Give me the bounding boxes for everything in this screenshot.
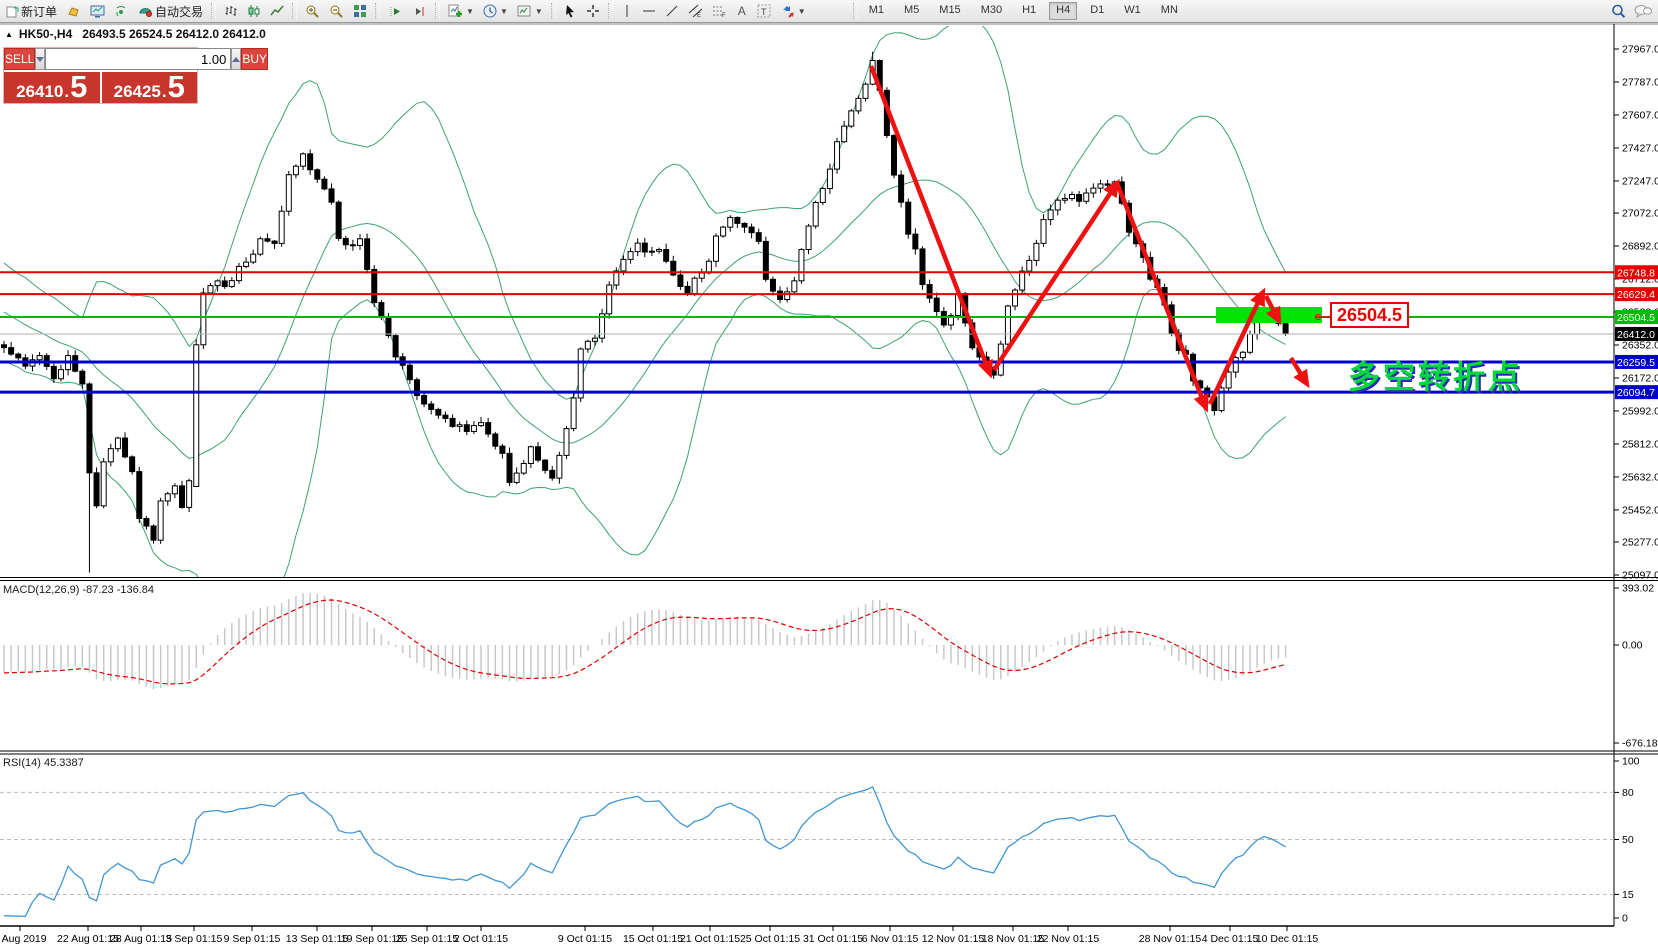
price-tick-label: 27787.0 bbox=[1622, 76, 1658, 88]
time-tick-label: 2 Oct 01:15 bbox=[454, 933, 508, 945]
buy-price-int: 26425 bbox=[114, 82, 161, 102]
time-tick-label: 25 Oct 01:15 bbox=[740, 933, 800, 945]
price-tick-label: 25452.0 bbox=[1622, 504, 1658, 516]
time-tick-label: 13 Sep 01:15 bbox=[286, 933, 349, 945]
sell-price-dot: . bbox=[64, 82, 69, 102]
time-tick-label: 28 Nov 01:15 bbox=[1139, 933, 1202, 945]
time-tick-label: 10 Dec 01:15 bbox=[1256, 933, 1319, 945]
chart-canvas[interactable]: 27967.0 27787.0 27607.0 27427.0 27247.0 27072… bbox=[0, 0, 1658, 947]
time-tick-label: 28 Aug 01:15 bbox=[110, 933, 172, 945]
price-tick-label: 26892.0 bbox=[1622, 241, 1658, 253]
macd-tick-label: 0.00 bbox=[1622, 640, 1643, 652]
time-tick-label: 19 Sep 01:15 bbox=[341, 933, 404, 945]
time-tick-label: 15 Oct 01:15 bbox=[623, 933, 683, 945]
price-tick-label: 25277.0 bbox=[1622, 537, 1658, 549]
buy-price-frac: 5 bbox=[168, 74, 185, 100]
buy-price-dot: . bbox=[162, 82, 167, 102]
time-tick-label: 6 Nov 01:15 bbox=[862, 933, 919, 945]
trading-terminal-window: 新订单 自动交易 bbox=[0, 0, 1658, 947]
macd-tick-label: 393.02 bbox=[1622, 583, 1654, 595]
price-tick-label: 25632.0 bbox=[1622, 471, 1658, 483]
axis-price-label-text: 26412.0 bbox=[1617, 329, 1655, 341]
sell-price-frac: 5 bbox=[70, 74, 87, 100]
time-tick-label: 22 Nov 01:15 bbox=[1037, 933, 1100, 945]
axis-price-label-text: 26748.8 bbox=[1617, 267, 1655, 279]
time-tick-label: 3 Sep 01:15 bbox=[166, 933, 223, 945]
sell-price-int: 26410 bbox=[16, 82, 63, 102]
axis-price-label-text: 26629.4 bbox=[1617, 289, 1655, 301]
volume-increase-button[interactable] bbox=[231, 48, 241, 70]
time-tick-label: 6 Aug 2019 bbox=[0, 933, 47, 945]
rsi-tick-label: 50 bbox=[1622, 834, 1634, 846]
price-tick-label: 25812.0 bbox=[1622, 438, 1658, 450]
down-triangle-icon bbox=[36, 57, 44, 62]
chart-note-text[interactable]: 多空转折点 bbox=[1348, 352, 1523, 398]
buy-button[interactable]: BUY bbox=[241, 48, 268, 70]
time-tick-label: 18 Nov 01:15 bbox=[982, 933, 1045, 945]
price-tick-label: 27247.0 bbox=[1622, 175, 1658, 187]
sell-button[interactable]: SELL bbox=[4, 48, 35, 70]
price-tick-label: 26172.0 bbox=[1622, 372, 1658, 384]
price-tick-label: 25097.0 bbox=[1622, 570, 1658, 582]
time-tick-label: 12 Nov 01:15 bbox=[922, 933, 985, 945]
green-highlight-rectangle[interactable] bbox=[1216, 307, 1322, 323]
rsi-tick-label: 0 bbox=[1622, 913, 1628, 925]
time-tick-label: 25 Sep 01:15 bbox=[396, 933, 459, 945]
time-tick-label: 21 Oct 01:15 bbox=[680, 933, 740, 945]
up-triangle-icon bbox=[232, 57, 240, 62]
volume-decrease-button[interactable] bbox=[35, 48, 45, 70]
axis-price-label-text: 26094.7 bbox=[1617, 387, 1655, 399]
price-tick-label: 26352.0 bbox=[1622, 339, 1658, 351]
axis-price-label-text: 26259.5 bbox=[1617, 357, 1655, 369]
time-tick-label: 4 Dec 01:15 bbox=[1202, 933, 1259, 945]
one-click-trade-panel: SELL BUY 26410.5 26425.5 bbox=[3, 47, 198, 104]
macd-tick-label: -676.18 bbox=[1622, 738, 1658, 750]
buy-price-display[interactable]: 26425.5 bbox=[102, 72, 198, 103]
time-tick-label: 31 Oct 01:15 bbox=[803, 933, 863, 945]
rsi-tick-label: 15 bbox=[1622, 889, 1634, 901]
price-tick-label: 27967.0 bbox=[1622, 44, 1658, 56]
rsi-tick-label: 80 bbox=[1622, 787, 1634, 799]
time-tick-label: 9 Oct 01:15 bbox=[558, 933, 612, 945]
volume-input[interactable] bbox=[45, 48, 231, 70]
price-tick-label: 25992.0 bbox=[1622, 405, 1658, 417]
sell-price-display[interactable]: 26410.5 bbox=[4, 72, 102, 103]
axis-price-label-text: 26504.5 bbox=[1617, 312, 1655, 324]
rsi-tick-label: 100 bbox=[1622, 756, 1640, 768]
price-tick-label: 27607.0 bbox=[1622, 109, 1658, 121]
price-callout-label[interactable]: 26504.5 bbox=[1330, 302, 1409, 328]
price-tick-label: 27427.0 bbox=[1622, 142, 1658, 154]
time-tick-label: 9 Sep 01:15 bbox=[224, 933, 281, 945]
price-tick-label: 27072.0 bbox=[1622, 208, 1658, 220]
